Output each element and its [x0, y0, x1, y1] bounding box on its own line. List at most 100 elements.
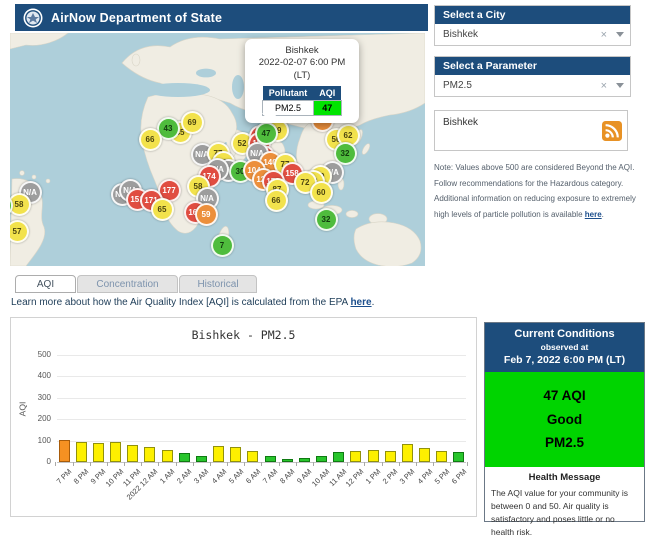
map-marker[interactable]: 66 [265, 189, 288, 212]
chart-y-tick-label: 0 [19, 457, 51, 466]
chart-bar [59, 440, 70, 462]
chart-y-tick-label: 200 [19, 414, 51, 423]
current-conditions-panel: Current Conditions observed at Feb 7, 20… [484, 322, 645, 522]
chart-x-tick-mark [227, 462, 228, 466]
chart-gridline [57, 419, 466, 420]
health-message-text: The AQI value for your community is betw… [491, 487, 638, 540]
popup-tail [262, 113, 278, 122]
map-marker[interactable]: 58 [10, 193, 31, 216]
chart-x-tick-mark [279, 462, 280, 466]
chart-bar [127, 445, 138, 462]
parameter-select-panel: Select a Parameter PM2.5 × [434, 56, 631, 97]
chart-x-tick-label: 1 PM [364, 467, 383, 486]
parameter-clear-icon[interactable]: × [594, 80, 614, 92]
chart-x-tick-mark [73, 462, 74, 466]
chart-bar [453, 452, 464, 462]
chart-y-tick-label: 500 [19, 350, 51, 359]
chart-x-tick-mark [433, 462, 434, 466]
map-marker[interactable]: 66 [139, 128, 162, 151]
rss-feed-icon[interactable] [602, 121, 622, 146]
map-marker[interactable]: 59 [195, 203, 218, 226]
beyond-aqi-note: Note: Values above 500 are considered Be… [434, 160, 636, 222]
note-text: Note: Values above 500 are considered Be… [434, 163, 636, 219]
current-aqi-category: Good [485, 408, 644, 432]
chart-gridline [57, 355, 466, 356]
chart-gridline [57, 398, 466, 399]
map-marker[interactable]: 60 [310, 181, 333, 204]
chart-y-tick-label: 100 [19, 436, 51, 445]
map-marker[interactable]: 69 [181, 111, 204, 134]
chart-x-tick-label: 11 AM [327, 467, 348, 488]
chart-x-tick-mark [364, 462, 365, 466]
feed-box: Bishkek [434, 110, 628, 151]
chart-bar [110, 442, 121, 462]
tab-historical[interactable]: Historical [179, 275, 257, 293]
map-marker[interactable]: 32 [315, 208, 338, 231]
learn-more-end: . [372, 297, 375, 308]
chart-x-tick-label: 12 PM [344, 467, 366, 489]
chart-x-tick-mark [416, 462, 417, 466]
chart-bar [368, 450, 379, 462]
map-markers: N/A58574543696652N/A7752N/A30N/A17458N/A… [10, 33, 425, 266]
map-popup: Bishkek 2022-02-07 6:00 PM (LT) Pollutan… [245, 39, 359, 123]
parameter-dropdown-caret-icon[interactable] [616, 83, 624, 88]
chart-bar [385, 451, 396, 462]
feed-city-label: Bishkek [435, 111, 627, 128]
chart-bar [247, 451, 258, 462]
chart-bar [93, 443, 104, 462]
learn-more-here-link[interactable]: here [350, 297, 371, 308]
chart-x-tick-label: 7 PM [55, 467, 74, 486]
chart-x-tick-mark [158, 462, 159, 466]
chart-bar [213, 446, 224, 462]
city-clear-icon[interactable]: × [594, 29, 614, 41]
current-conditions-title: Current Conditions [487, 328, 642, 340]
note-here-link[interactable]: here [585, 210, 602, 219]
chart-bar [350, 451, 361, 462]
learn-more-text: Learn more about how the Air Quality Ind… [11, 297, 374, 308]
map-marker[interactable]: 47 [255, 122, 278, 145]
tab-aqi[interactable]: AQI [15, 275, 76, 293]
chart-x-tick-mark [55, 462, 56, 466]
chart-x-tick-label: 4 PM [415, 467, 434, 486]
chart-x-tick-mark [467, 462, 468, 466]
chart-bar [76, 442, 87, 462]
chart-x-tick-mark [107, 462, 108, 466]
chart-x-tick-label: 3 PM [398, 467, 417, 486]
chart-x-tick-label: 6 PM [450, 467, 469, 486]
chart-y-tick-label: 400 [19, 371, 51, 380]
learn-more-body: Learn more about how the Air Quality Ind… [11, 297, 350, 308]
popup-col-aqi: AQI [313, 86, 341, 101]
map-marker[interactable]: 7 [211, 234, 234, 257]
note-text-end: . [602, 210, 604, 219]
tab-concentration[interactable]: Concentration [77, 275, 178, 293]
observed-at-datetime: Feb 7, 2022 6:00 PM (LT) [487, 354, 642, 366]
chart-x-tick-label: 1 AM [158, 467, 176, 485]
city-dropdown-caret-icon[interactable] [616, 32, 624, 37]
city-select[interactable]: Bishkek × [435, 24, 630, 45]
popup-aqi-value: 47 [313, 101, 341, 116]
chart-bar [144, 447, 155, 462]
popup-datetime: 2022-02-07 6:00 PM [249, 57, 355, 69]
map[interactable]: N/A58574543696652N/A7752N/A30N/A17458N/A… [10, 33, 425, 266]
chart-x-tick-mark [382, 462, 383, 466]
chart-y-tick-label: 300 [19, 393, 51, 402]
chart-bar [402, 444, 413, 462]
chart-bar [196, 456, 207, 462]
chart-x-tick-mark [141, 462, 142, 466]
chart-bar [299, 458, 310, 462]
chart-x-tick-mark [296, 462, 297, 466]
chart-x-tick-label: 7 AM [261, 467, 279, 485]
map-marker[interactable]: 57 [10, 220, 29, 243]
map-marker[interactable]: 65 [151, 198, 174, 221]
chart-bar [162, 450, 173, 462]
chart-x-tick-label: 5 AM [227, 467, 245, 485]
tab-historical-label: Historical [197, 279, 238, 290]
chart-x-tick-mark [313, 462, 314, 466]
chart-bar [436, 451, 447, 462]
chart-bar [419, 448, 430, 462]
tab-aqi-label: AQI [37, 279, 54, 290]
popup-city: Bishkek [249, 45, 355, 57]
chart-gridline [57, 376, 466, 377]
parameter-select[interactable]: PM2.5 × [435, 75, 630, 96]
chart-bar [333, 452, 344, 462]
